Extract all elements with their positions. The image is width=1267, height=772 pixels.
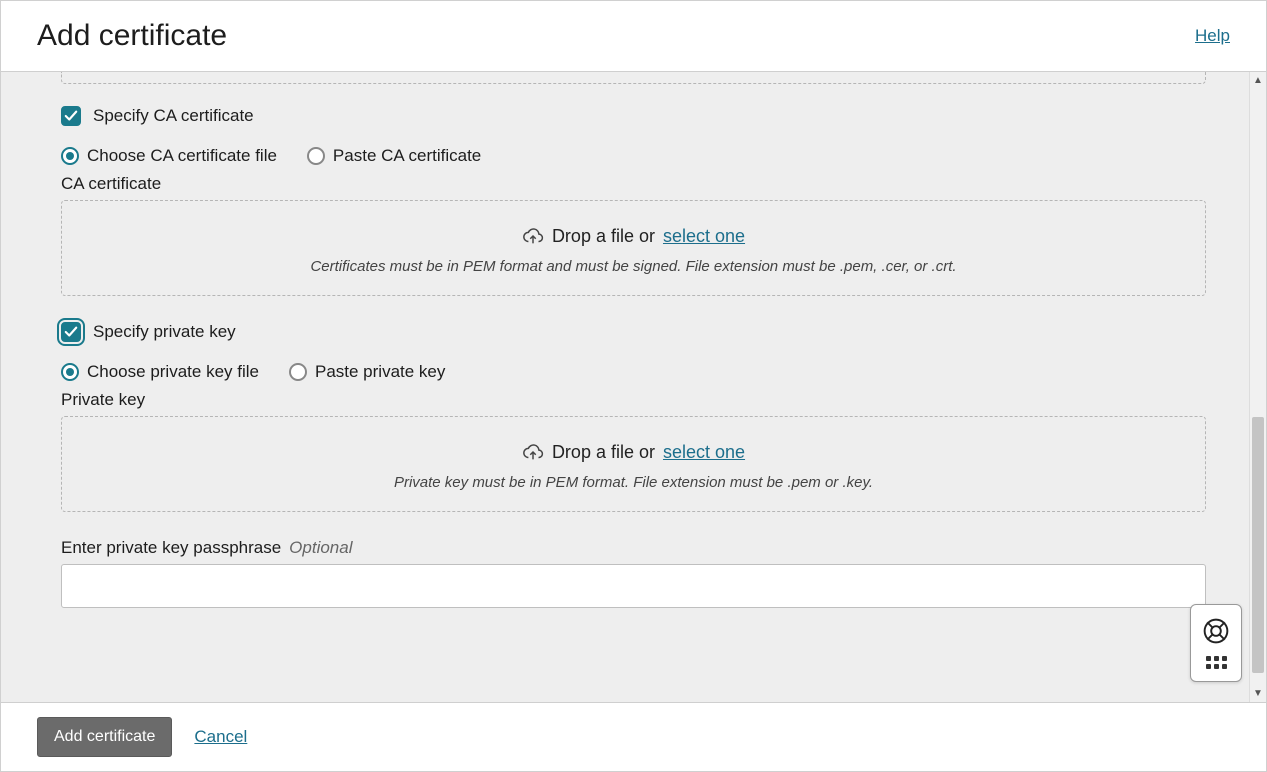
dialog-footer: Add certificate Cancel <box>1 702 1266 771</box>
dialog-header: Add certificate Help <box>1 1 1266 72</box>
upload-cloud-icon <box>522 441 544 463</box>
scrollbar-track[interactable] <box>1250 89 1266 685</box>
pk-select-file-link[interactable]: select one <box>663 442 745 463</box>
page-title: Add certificate <box>37 19 227 53</box>
passphrase-optional-hint: Optional <box>289 538 352 558</box>
ca-radio-choose-file[interactable]: Choose CA certificate file <box>61 146 277 166</box>
pk-radio-choose-label: Choose private key file <box>87 362 259 382</box>
check-icon <box>64 109 78 123</box>
ca-drop-text: Drop a file or <box>552 226 655 247</box>
specify-private-key-checkbox[interactable] <box>61 322 81 342</box>
ca-section-label: CA certificate <box>61 174 1206 194</box>
radio-icon <box>307 147 325 165</box>
add-certificate-button[interactable]: Add certificate <box>37 717 172 757</box>
pk-drop-hint: Private key must be in PEM format. File … <box>72 474 1195 491</box>
lifebuoy-icon <box>1202 617 1230 645</box>
ca-dropzone[interactable]: Drop a file or select one Certificates m… <box>61 200 1206 296</box>
pk-radio-choose-file[interactable]: Choose private key file <box>61 362 259 382</box>
form-scroll-area[interactable]: Specify CA certificate Choose CA certifi… <box>1 72 1266 702</box>
help-link[interactable]: Help <box>1195 26 1230 46</box>
radio-icon <box>289 363 307 381</box>
specify-ca-checkbox[interactable] <box>61 106 81 126</box>
ca-select-file-link[interactable]: select one <box>663 226 745 247</box>
vertical-scrollbar[interactable]: ▲ ▼ <box>1249 72 1266 702</box>
cancel-link[interactable]: Cancel <box>194 727 247 747</box>
ca-radio-paste[interactable]: Paste CA certificate <box>307 146 481 166</box>
pk-radio-paste[interactable]: Paste private key <box>289 362 445 382</box>
ca-radio-paste-label: Paste CA certificate <box>333 146 481 166</box>
scroll-down-arrow-icon[interactable]: ▼ <box>1250 685 1266 702</box>
drag-grip-icon <box>1206 656 1227 669</box>
check-icon <box>64 325 78 339</box>
specify-ca-label[interactable]: Specify CA certificate <box>93 106 254 126</box>
upload-cloud-icon <box>522 225 544 247</box>
pk-section-label: Private key <box>61 390 1206 410</box>
passphrase-input[interactable] <box>61 564 1206 608</box>
pk-dropzone[interactable]: Drop a file or select one Private key mu… <box>61 416 1206 512</box>
radio-icon <box>61 147 79 165</box>
ca-radio-choose-label: Choose CA certificate file <box>87 146 277 166</box>
pk-radio-paste-label: Paste private key <box>315 362 445 382</box>
pk-drop-text: Drop a file or <box>552 442 655 463</box>
passphrase-label: Enter private key passphrase <box>61 538 281 558</box>
floating-help-widget[interactable] <box>1190 604 1242 682</box>
scroll-up-arrow-icon[interactable]: ▲ <box>1250 72 1266 89</box>
ca-drop-hint: Certificates must be in PEM format and m… <box>72 258 1195 275</box>
specify-private-key-label[interactable]: Specify private key <box>93 322 236 342</box>
radio-icon <box>61 363 79 381</box>
previous-dropzone-cutoff <box>61 72 1206 84</box>
scrollbar-thumb[interactable] <box>1252 417 1264 673</box>
